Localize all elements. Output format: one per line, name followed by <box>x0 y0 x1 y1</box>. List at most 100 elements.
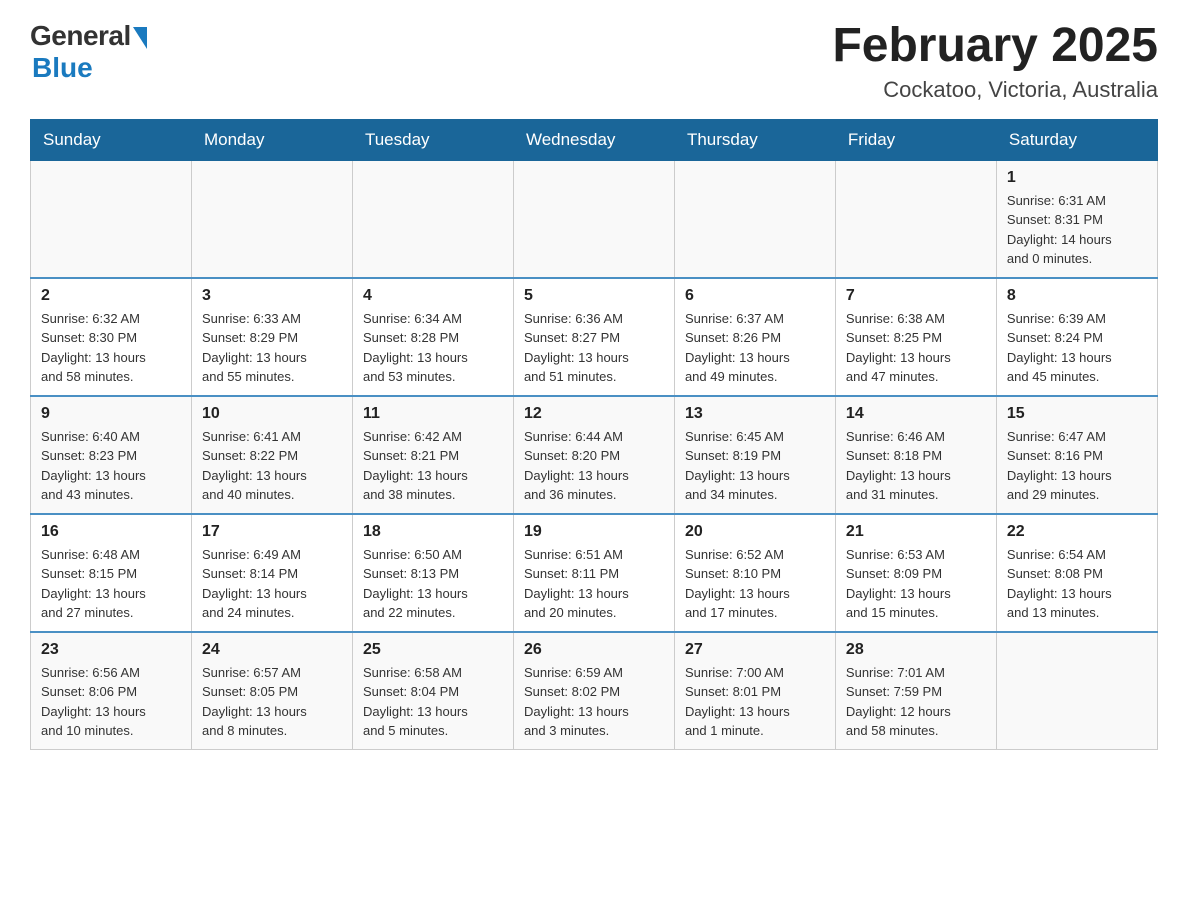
title-section: February 2025 Cockatoo, Victoria, Austra… <box>832 20 1158 103</box>
calendar-cell <box>674 160 835 278</box>
calendar-cell: 19Sunrise: 6:51 AMSunset: 8:11 PMDayligh… <box>513 514 674 632</box>
weekday-header-saturday: Saturday <box>996 119 1157 160</box>
day-number: 11 <box>363 405 503 423</box>
calendar-cell: 11 Sunrise: 6:42 AMSunset: 8:21 PMDayligh… <box>352 396 513 514</box>
weekday-header-sunday: Sunday <box>31 119 192 160</box>
calendar-cell: 15 Sunrise: 6:47 AMSunset: 8:16 PMDayligh… <box>996 396 1157 514</box>
calendar-cell: 2 Sunrise: 6:32 AMSunset: 8:30 PMDaylight… <box>31 278 192 396</box>
logo-general-text: General <box>30 20 131 52</box>
calendar-cell: 10Sunrise: 6:41 AMSunset: 8:22 PMDayligh… <box>191 396 352 514</box>
day-number: 24 <box>202 641 342 659</box>
calendar-cell: 24 Sunrise: 6:57 AMSunset: 8:05 PMDayligh… <box>191 632 352 750</box>
day-info: Sunrise: 6:58 AMSunset: 8:04 PMDaylight:… <box>363 663 503 741</box>
calendar-cell: 22 Sunrise: 6:54 AMSunset: 8:08 PMDayligh… <box>996 514 1157 632</box>
calendar-cell: 4Sunrise: 6:34 AMSunset: 8:28 PMDaylight… <box>352 278 513 396</box>
day-number: 9 <box>41 405 181 423</box>
day-info: Sunrise: 6:42 AMSunset: 8:21 PMDaylight:… <box>363 427 503 505</box>
calendar-cell: 28 Sunrise: 7:01 AMSunset: 7:59 PMDayligh… <box>835 632 996 750</box>
day-info: Sunrise: 6:51 AMSunset: 8:11 PMDaylight:… <box>524 545 664 623</box>
calendar-cell: 9 Sunrise: 6:40 AMSunset: 8:23 PMDaylight… <box>31 396 192 514</box>
day-number: 2 <box>41 287 181 305</box>
day-info: Sunrise: 6:39 AMSunset: 8:24 PMDaylight:… <box>1007 309 1147 387</box>
calendar-cell: 3Sunrise: 6:33 AMSunset: 8:29 PMDaylight… <box>191 278 352 396</box>
day-info: Sunrise: 6:36 AMSunset: 8:27 PMDaylight:… <box>524 309 664 387</box>
day-number: 18 <box>363 523 503 541</box>
day-number: 3 <box>202 287 342 305</box>
day-info: Sunrise: 6:40 AMSunset: 8:23 PMDaylight:… <box>41 427 181 505</box>
day-info: Sunrise: 6:52 AMSunset: 8:10 PMDaylight:… <box>685 545 825 623</box>
day-info: Sunrise: 6:41 AMSunset: 8:22 PMDaylight:… <box>202 427 342 505</box>
day-number: 7 <box>846 287 986 305</box>
day-info: Sunrise: 6:37 AMSunset: 8:26 PMDaylight:… <box>685 309 825 387</box>
day-info: Sunrise: 6:47 AMSunset: 8:16 PMDaylight:… <box>1007 427 1147 505</box>
weekday-header-wednesday: Wednesday <box>513 119 674 160</box>
day-number: 16 <box>41 523 181 541</box>
day-info: Sunrise: 6:49 AMSunset: 8:14 PMDaylight:… <box>202 545 342 623</box>
calendar-cell: 23 Sunrise: 6:56 AMSunset: 8:06 PMDayligh… <box>31 632 192 750</box>
day-number: 14 <box>846 405 986 423</box>
logo: General Blue <box>30 20 147 84</box>
day-number: 22 <box>1007 523 1147 541</box>
calendar-cell: 26 Sunrise: 6:59 AMSunset: 8:02 PMDayligh… <box>513 632 674 750</box>
day-info: Sunrise: 6:48 AMSunset: 8:15 PMDaylight:… <box>41 545 181 623</box>
logo-arrow-icon <box>133 27 147 49</box>
day-info: Sunrise: 6:57 AMSunset: 8:05 PMDaylight:… <box>202 663 342 741</box>
logo-blue-text: Blue <box>32 52 93 84</box>
day-info: Sunrise: 7:00 AMSunset: 8:01 PMDaylight:… <box>685 663 825 741</box>
calendar-cell: 18 Sunrise: 6:50 AMSunset: 8:13 PMDayligh… <box>352 514 513 632</box>
day-info: Sunrise: 6:34 AMSunset: 8:28 PMDaylight:… <box>363 309 503 387</box>
day-info: Sunrise: 6:56 AMSunset: 8:06 PMDaylight:… <box>41 663 181 741</box>
day-info: Sunrise: 6:53 AMSunset: 8:09 PMDaylight:… <box>846 545 986 623</box>
calendar-week-row: 2 Sunrise: 6:32 AMSunset: 8:30 PMDaylight… <box>31 278 1158 396</box>
page-header: General Blue February 2025 Cockatoo, Vic… <box>30 20 1158 103</box>
day-info: Sunrise: 6:50 AMSunset: 8:13 PMDaylight:… <box>363 545 503 623</box>
day-number: 15 <box>1007 405 1147 423</box>
day-number: 5 <box>524 287 664 305</box>
calendar-cell: 5 Sunrise: 6:36 AMSunset: 8:27 PMDaylight… <box>513 278 674 396</box>
weekday-header-monday: Monday <box>191 119 352 160</box>
day-info: Sunrise: 6:54 AMSunset: 8:08 PMDaylight:… <box>1007 545 1147 623</box>
day-number: 26 <box>524 641 664 659</box>
weekday-header-thursday: Thursday <box>674 119 835 160</box>
calendar-cell: 21 Sunrise: 6:53 AMSunset: 8:09 PMDayligh… <box>835 514 996 632</box>
calendar-title: February 2025 <box>832 20 1158 73</box>
weekday-header-friday: Friday <box>835 119 996 160</box>
day-info: Sunrise: 6:31 AMSunset: 8:31 PMDaylight:… <box>1007 191 1147 269</box>
calendar-cell <box>191 160 352 278</box>
calendar-cell <box>513 160 674 278</box>
calendar-cell <box>835 160 996 278</box>
calendar-cell: 1 Sunrise: 6:31 AMSunset: 8:31 PMDaylight… <box>996 160 1157 278</box>
day-info: Sunrise: 6:38 AMSunset: 8:25 PMDaylight:… <box>846 309 986 387</box>
logo-top: General <box>30 20 147 52</box>
day-number: 17 <box>202 523 342 541</box>
day-number: 12 <box>524 405 664 423</box>
day-info: Sunrise: 6:44 AMSunset: 8:20 PMDaylight:… <box>524 427 664 505</box>
calendar-cell <box>31 160 192 278</box>
calendar-cell: 8Sunrise: 6:39 AMSunset: 8:24 PMDaylight… <box>996 278 1157 396</box>
day-number: 20 <box>685 523 825 541</box>
calendar-cell: 7 Sunrise: 6:38 AMSunset: 8:25 PMDaylight… <box>835 278 996 396</box>
calendar-cell: 27Sunrise: 7:00 AMSunset: 8:01 PMDayligh… <box>674 632 835 750</box>
calendar-table: SundayMondayTuesdayWednesdayThursdayFrid… <box>30 119 1158 750</box>
day-number: 28 <box>846 641 986 659</box>
weekday-header-tuesday: Tuesday <box>352 119 513 160</box>
day-number: 25 <box>363 641 503 659</box>
calendar-cell: 14Sunrise: 6:46 AMSunset: 8:18 PMDayligh… <box>835 396 996 514</box>
day-info: Sunrise: 6:32 AMSunset: 8:30 PMDaylight:… <box>41 309 181 387</box>
calendar-week-row: 23 Sunrise: 6:56 AMSunset: 8:06 PMDayligh… <box>31 632 1158 750</box>
calendar-subtitle: Cockatoo, Victoria, Australia <box>832 77 1158 103</box>
calendar-cell: 16 Sunrise: 6:48 AMSunset: 8:15 PMDayligh… <box>31 514 192 632</box>
calendar-cell: 13Sunrise: 6:45 AMSunset: 8:19 PMDayligh… <box>674 396 835 514</box>
calendar-cell: 17 Sunrise: 6:49 AMSunset: 8:14 PMDayligh… <box>191 514 352 632</box>
calendar-week-row: 16 Sunrise: 6:48 AMSunset: 8:15 PMDayligh… <box>31 514 1158 632</box>
day-number: 21 <box>846 523 986 541</box>
calendar-cell: 6 Sunrise: 6:37 AMSunset: 8:26 PMDaylight… <box>674 278 835 396</box>
day-info: Sunrise: 6:45 AMSunset: 8:19 PMDaylight:… <box>685 427 825 505</box>
day-number: 6 <box>685 287 825 305</box>
calendar-cell: 12 Sunrise: 6:44 AMSunset: 8:20 PMDayligh… <box>513 396 674 514</box>
day-info: Sunrise: 6:59 AMSunset: 8:02 PMDaylight:… <box>524 663 664 741</box>
day-number: 1 <box>1007 169 1147 187</box>
day-info: Sunrise: 7:01 AMSunset: 7:59 PMDaylight:… <box>846 663 986 741</box>
day-number: 23 <box>41 641 181 659</box>
calendar-cell <box>352 160 513 278</box>
